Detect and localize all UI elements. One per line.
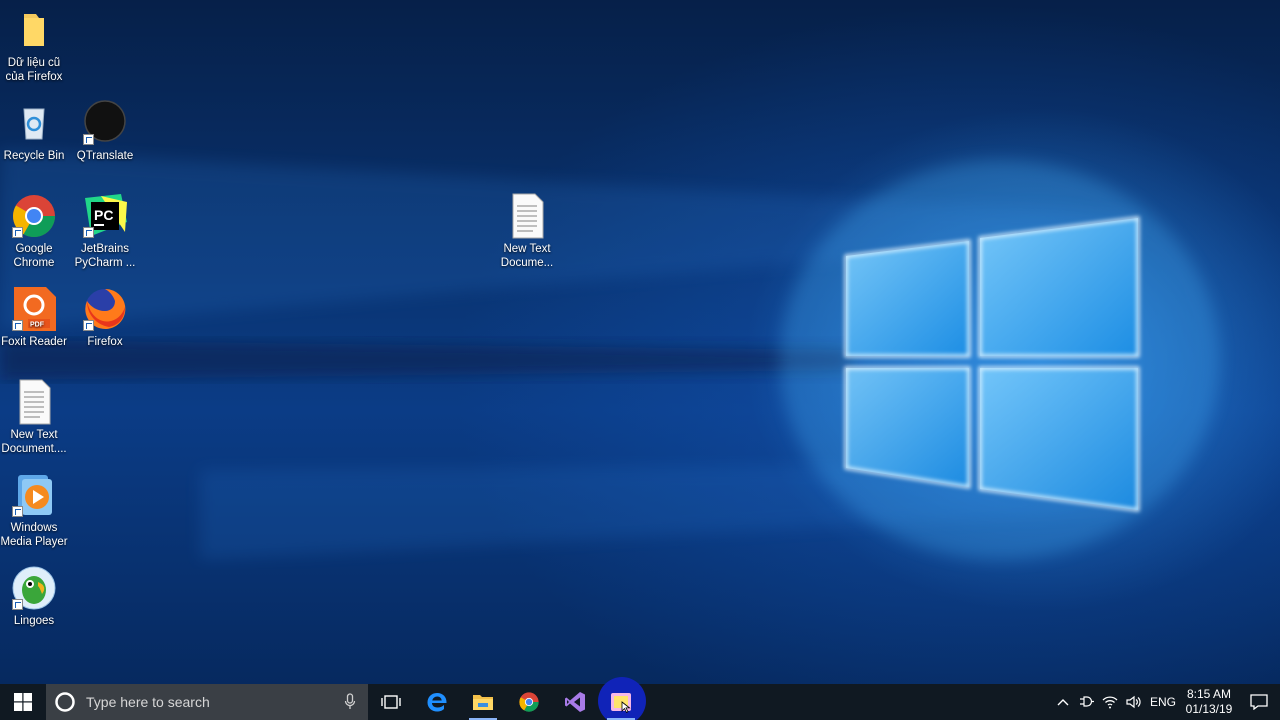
- taskbar-file-explorer-button[interactable]: [460, 684, 506, 720]
- visual-studio-icon: [565, 692, 585, 712]
- desktop-icon-label: JetBrains: [81, 243, 129, 255]
- lingoes-icon: [10, 564, 58, 612]
- sticky-app-icon: [611, 693, 631, 714]
- chrome-icon: [519, 692, 539, 712]
- power-plug-button[interactable]: [1074, 684, 1098, 720]
- qtranslate-icon: [81, 99, 129, 147]
- task-view-button[interactable]: [368, 684, 414, 720]
- volume-button[interactable]: [1122, 684, 1146, 720]
- desktop-icon-windows-media-player[interactable]: Windows Media Player: [0, 471, 70, 549]
- cortana-icon: [55, 692, 75, 712]
- desktop-icon-label: Foxit Reader: [1, 336, 67, 348]
- file-explorer-icon: [473, 695, 493, 710]
- shortcut-arrow-icon: [12, 320, 23, 331]
- desktop-wallpaper: [0, 0, 1280, 684]
- desktop-icon-label: QTranslate: [76, 150, 134, 162]
- shortcut-arrow-icon: [12, 506, 23, 517]
- desktop-icon-qtranslate[interactable]: QTranslate: [69, 99, 141, 163]
- desktop-icon-label: Dữ liệu cũ: [7, 57, 61, 69]
- shortcut-arrow-icon: [12, 227, 23, 238]
- clock-time: 8:15 AM: [1186, 687, 1232, 701]
- taskbar-sticky-app-button[interactable]: [598, 677, 646, 720]
- desktop-icon-label: New Text: [503, 243, 551, 255]
- shortcut-arrow-icon: [12, 599, 23, 610]
- desktop-icon-label: Document....: [1, 443, 67, 455]
- search-placeholder: Type here to search: [86, 694, 210, 710]
- pycharm-icon: PC: [81, 192, 129, 240]
- desktop-icon-lingoes[interactable]: Lingoes: [0, 564, 70, 628]
- notification-icon: [1250, 694, 1268, 710]
- desktop-icon-new-text-document-2[interactable]: New Text Docume...: [491, 192, 563, 270]
- action-center-button[interactable]: [1238, 684, 1280, 720]
- svg-text:PDF: PDF: [30, 322, 45, 329]
- edge-icon: [427, 693, 447, 712]
- language-indicator: ENG: [1149, 695, 1176, 709]
- desktop-icon-label: Chrome: [13, 257, 55, 269]
- desktop-icon-label: PyCharm ...: [74, 257, 136, 269]
- shortcut-arrow-icon: [83, 320, 94, 331]
- speaker-icon: [1126, 695, 1141, 709]
- desktop-icon-label: New Text: [10, 429, 58, 441]
- desktop-icon-label: Media Player: [0, 536, 68, 548]
- media-player-icon: [10, 471, 58, 519]
- foxit-reader-icon: PDF: [10, 285, 58, 333]
- desktop-icon-label: Docume...: [500, 257, 554, 269]
- clock-button[interactable]: 8:15 AM 01/13/19: [1180, 684, 1238, 720]
- system-tray: ENG 8:15 AM 01/13/19: [1052, 684, 1280, 720]
- chrome-icon: [10, 192, 58, 240]
- desktop-icon-label: của Firefox: [5, 71, 63, 83]
- windows-logo-icon: [14, 693, 32, 711]
- desktop-icon-recycle-bin[interactable]: Recycle Bin: [0, 99, 70, 163]
- network-button[interactable]: [1098, 684, 1122, 720]
- folder-icon: [10, 6, 58, 54]
- shortcut-arrow-icon: [83, 134, 94, 145]
- desktop-icon-firefox-old-data[interactable]: Dữ liệu cũ của Firefox: [0, 6, 70, 84]
- taskbar-chrome-button[interactable]: [506, 684, 552, 720]
- clock-date: 01/13/19: [1185, 702, 1233, 716]
- start-button[interactable]: [0, 684, 46, 720]
- desktop-icon-google-chrome[interactable]: Google Chrome: [0, 192, 70, 270]
- desktop-icon-label: Google: [15, 243, 53, 255]
- desktop-icon-pycharm[interactable]: PC JetBrains PyCharm ...: [69, 192, 141, 270]
- taskbar-visual-studio-button[interactable]: [552, 684, 598, 720]
- firefox-icon: [81, 285, 129, 333]
- input-language-button[interactable]: ENG: [1146, 684, 1180, 720]
- shortcut-arrow-icon: [83, 227, 94, 238]
- desktop-icon-foxit-reader[interactable]: PDF Foxit Reader: [0, 285, 70, 349]
- svg-text:PC: PC: [94, 207, 113, 223]
- task-view-icon: [381, 695, 401, 709]
- power-plug-icon: [1080, 696, 1094, 707]
- desktop-icon-label: Windows: [10, 522, 58, 534]
- desktop-icon-label: Lingoes: [13, 615, 55, 627]
- wifi-icon: [1102, 696, 1118, 709]
- text-document-icon: [10, 378, 58, 426]
- desktop-icon-label: Recycle Bin: [3, 150, 65, 162]
- show-hidden-icons-button[interactable]: [1052, 684, 1074, 720]
- text-document-icon: [503, 192, 551, 240]
- chevron-up-icon: [1057, 699, 1069, 706]
- desktop-icon-label: Firefox: [87, 336, 123, 348]
- desktop-icon-firefox[interactable]: Firefox: [69, 285, 141, 349]
- desktop-icon-new-text-document[interactable]: New Text Document....: [0, 378, 70, 456]
- taskbar-edge-button[interactable]: [414, 684, 460, 720]
- taskbar-search-box[interactable]: Type here to search: [46, 684, 368, 720]
- recycle-bin-icon: [10, 99, 58, 147]
- taskbar: Type here to search ENG 8:15 AM 01/13/19: [0, 677, 1280, 720]
- microphone-icon[interactable]: [344, 693, 356, 711]
